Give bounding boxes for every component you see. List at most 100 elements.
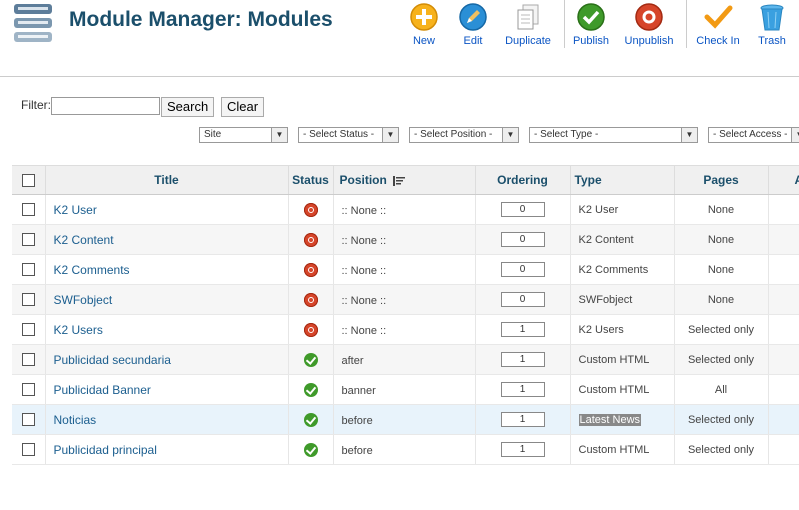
unpublished-status-icon[interactable]	[303, 322, 318, 337]
row-checkbox[interactable]	[21, 413, 35, 426]
module-pages-text: Selected only	[687, 413, 755, 426]
status-select[interactable]: - Select Status - ▼	[298, 127, 399, 143]
ordering-input[interactable]: 0	[500, 292, 545, 307]
module-title-link[interactable]: K2 Content	[46, 233, 114, 247]
title-cell: K2 User	[45, 194, 289, 225]
ordering-input[interactable]: 1	[500, 322, 545, 337]
position-select[interactable]: - Select Position - ▼	[409, 127, 519, 143]
pages-cell: Selected only	[674, 404, 769, 435]
publish-button[interactable]: Publish	[571, 0, 611, 50]
ordering-column-header[interactable]: Ordering	[475, 165, 571, 195]
search-button[interactable]: Search	[161, 97, 215, 117]
module-type-text: Custom HTML	[578, 443, 650, 456]
ordering-input[interactable]: 1	[500, 382, 545, 397]
type-cell: K2 User	[570, 194, 675, 225]
row-checkbox[interactable]	[21, 293, 35, 306]
published-status-icon[interactable]	[303, 352, 318, 367]
title-cell: K2 Users	[45, 314, 289, 345]
module-position-text: :: None ::	[341, 324, 387, 337]
status-cell	[288, 344, 334, 375]
module-title-link[interactable]: SWFobject	[46, 293, 113, 307]
module-title-link[interactable]: Publicidad Banner	[46, 383, 151, 397]
module-title-link[interactable]: Publicidad principal	[46, 443, 157, 457]
type-select[interactable]: - Select Type - ▼	[529, 127, 698, 143]
ordering-cell: 0	[475, 284, 571, 315]
ordering-input[interactable]: 0	[500, 202, 545, 217]
pages-column-header[interactable]: Pages	[674, 165, 769, 195]
ordering-cell: 0	[475, 254, 571, 285]
unpublished-status-icon[interactable]	[303, 262, 318, 277]
module-title-link[interactable]: K2 User	[46, 203, 97, 217]
type-column-header[interactable]: Type	[570, 165, 675, 195]
unpublished-status-icon[interactable]	[303, 232, 318, 247]
duplicate-button[interactable]: Duplicate	[502, 0, 554, 50]
published-status-icon[interactable]	[303, 382, 318, 397]
module-title-link[interactable]: Publicidad secundaria	[46, 353, 171, 367]
unpublished-status-icon[interactable]	[303, 202, 318, 217]
access-cell	[768, 314, 799, 345]
access-select[interactable]: - Select Access - ▼	[708, 127, 799, 143]
module-position-text: before	[341, 414, 373, 427]
ordering-input[interactable]: 1	[500, 442, 545, 457]
edit-button[interactable]: Edit	[455, 0, 491, 50]
position-column-header[interactable]: Position	[333, 165, 476, 195]
module-title-link[interactable]: Noticias	[46, 413, 97, 427]
publish-icon	[577, 3, 605, 31]
check-in-button[interactable]: Check In	[694, 0, 742, 50]
chevron-down-icon: ▼	[271, 128, 287, 142]
position-column-label: Position	[339, 173, 387, 187]
ordering-cell: 1	[475, 434, 571, 465]
clear-button[interactable]: Clear	[221, 97, 265, 117]
title-cell: K2 Content	[45, 224, 289, 255]
status-cell	[288, 284, 334, 315]
published-status-icon[interactable]	[303, 412, 318, 427]
unpublished-status-icon[interactable]	[303, 292, 318, 307]
module-title-link[interactable]: K2 Comments	[46, 263, 130, 277]
title-cell: SWFobject	[45, 284, 289, 315]
filter-input[interactable]	[51, 97, 160, 115]
access-cell	[768, 404, 799, 435]
published-status-icon[interactable]	[303, 442, 318, 457]
module-title-link[interactable]: K2 Users	[46, 323, 103, 337]
pages-cell: None	[674, 284, 769, 315]
module-pages-text: None	[707, 293, 735, 306]
ordering-input[interactable]: 1	[500, 352, 545, 367]
module-position-text: :: None ::	[341, 294, 387, 307]
table-header-row: Title Status Position Ordering Type Page…	[12, 165, 799, 195]
access-column-header[interactable]: A	[768, 165, 799, 195]
row-checkbox[interactable]	[21, 383, 35, 396]
position-cell: :: None ::	[333, 224, 476, 255]
ordering-input[interactable]: 1	[500, 412, 545, 427]
row-checkbox[interactable]	[21, 353, 35, 366]
title-column-header[interactable]: Title	[45, 165, 289, 195]
ordering-cell: 1	[475, 344, 571, 375]
trash-button[interactable]: Trash	[754, 0, 790, 50]
new-icon	[410, 3, 438, 31]
chevron-down-icon: ▼	[382, 128, 398, 142]
row-checkbox[interactable]	[21, 323, 35, 336]
status-column-header[interactable]: Status	[288, 165, 334, 195]
ordering-input[interactable]: 0	[500, 262, 545, 277]
ordering-input[interactable]: 0	[500, 232, 545, 247]
access-cell	[768, 434, 799, 465]
select-all-checkbox[interactable]	[21, 173, 35, 187]
ordering-cell: 1	[475, 404, 571, 435]
client-select[interactable]: Site ▼	[199, 127, 288, 143]
module-pages-text: None	[707, 233, 735, 246]
new-button[interactable]: New	[406, 0, 442, 50]
title-cell: Publicidad principal	[45, 434, 289, 465]
module-position-text: :: None ::	[341, 264, 387, 277]
unpublish-label: Unpublish	[624, 35, 674, 47]
position-cell: :: None ::	[333, 254, 476, 285]
new-label: New	[412, 35, 435, 47]
type-cell: Custom HTML	[570, 344, 675, 375]
check-in-label: Check In	[696, 35, 740, 47]
chevron-down-icon: ▼	[681, 128, 697, 142]
row-checkbox[interactable]	[21, 203, 35, 216]
row-checkbox[interactable]	[21, 443, 35, 456]
unpublish-button[interactable]: Unpublish	[622, 0, 676, 50]
row-checkbox[interactable]	[21, 233, 35, 246]
row-checkbox[interactable]	[21, 263, 35, 276]
pages-cell: Selected only	[674, 314, 769, 345]
row-select-cell	[12, 254, 46, 285]
